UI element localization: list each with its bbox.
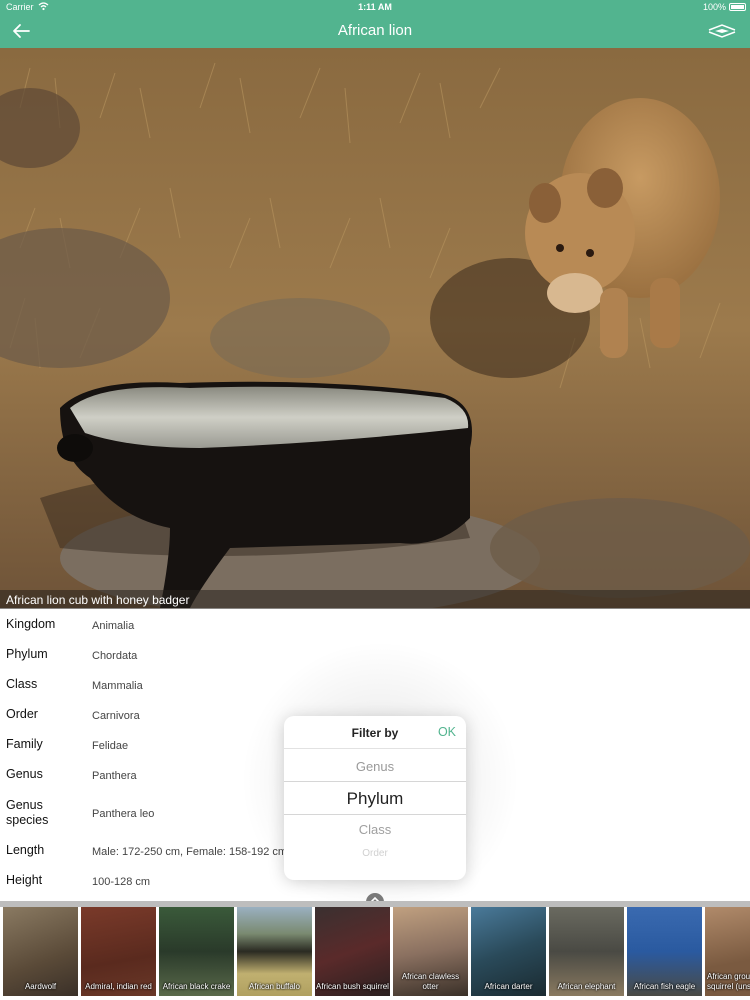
thumbnail-african-fish-eagle[interactable]: African fish eagle bbox=[627, 907, 702, 996]
taxonomy-key: Genus bbox=[6, 767, 43, 781]
page-title: African lion bbox=[337, 22, 413, 39]
ok-button[interactable]: OK bbox=[438, 725, 456, 739]
filter-popover: Filter by OK Genus Phylum Class Order bbox=[284, 716, 466, 880]
thumbnail-label: African darter bbox=[484, 982, 533, 991]
taxonomy-value: Carnivora bbox=[92, 710, 140, 722]
taxonomy-value: Panthera bbox=[92, 770, 137, 782]
thumbnail-aardwolf[interactable]: Aardwolf bbox=[3, 907, 78, 996]
thumbnail-label: African fish eagle bbox=[633, 982, 696, 991]
taxonomy-value: Animalia bbox=[92, 620, 135, 632]
double-chevron-icon[interactable] bbox=[706, 21, 738, 41]
thumbnail-strip[interactable]: Aardwolf Admiral, indian red African bla… bbox=[0, 907, 750, 1000]
taxonomy-key: Genus species bbox=[6, 798, 49, 827]
thumbnail-label: Admiral, indian red bbox=[85, 982, 152, 991]
status-time: 1:11 AM bbox=[358, 2, 392, 12]
thumbnail-african-elephant[interactable]: African elephant bbox=[549, 907, 624, 996]
photo-caption: African lion cub with honey badger bbox=[0, 590, 750, 609]
status-bar: Carrier 1:11 AM 100% bbox=[0, 0, 750, 14]
taxonomy-key: Phylum bbox=[6, 647, 48, 661]
thumbnail-label: African buffalo bbox=[249, 982, 300, 991]
taxonomy-key: Class bbox=[6, 677, 38, 691]
filter-option-class[interactable]: Class bbox=[284, 822, 466, 837]
taxonomy-key: Height bbox=[6, 873, 43, 887]
taxonomy-value: Chordata bbox=[92, 650, 138, 662]
selection-divider-bottom bbox=[284, 814, 466, 815]
taxonomy-key: Kingdom bbox=[6, 617, 56, 631]
filter-option-phylum-selected[interactable]: Phylum bbox=[284, 789, 466, 809]
thumbnail-african-black-crake[interactable]: African black crake bbox=[159, 907, 234, 996]
taxonomy-value: Mammalia bbox=[92, 680, 143, 692]
filter-option-genus[interactable]: Genus bbox=[284, 759, 466, 774]
thumbnail-label: African elephant bbox=[557, 982, 616, 991]
nav-bar: African lion bbox=[0, 14, 750, 48]
thumbnail-african-clawless-otter[interactable]: African clawless otter bbox=[393, 907, 468, 996]
screen: Carrier 1:11 AM 100% African lion Africa… bbox=[0, 0, 750, 1000]
thumbnail-admiral-indian-red[interactable]: Admiral, indian red bbox=[81, 907, 156, 996]
divider bbox=[284, 748, 466, 749]
thumbnail-label: African clawless otter bbox=[401, 972, 460, 991]
taxonomy-value: 100-128 cm bbox=[92, 876, 151, 888]
battery-icon bbox=[729, 3, 746, 11]
thumbnail-african-darter[interactable]: African darter bbox=[471, 907, 546, 996]
taxonomy-value: Panthera leo bbox=[92, 808, 155, 820]
thumbnail-african-ground-squirrel[interactable]: African ground squirrel (unst bbox=[705, 907, 750, 996]
thumbnail-african-bush-squirrel[interactable]: African bush squirrel bbox=[315, 907, 390, 996]
thumbnail-label: African ground squirrel (unst bbox=[707, 972, 750, 991]
animal-photo bbox=[0, 48, 750, 608]
taxonomy-key: Order bbox=[6, 707, 38, 721]
taxonomy-value: Male: 172-250 cm, Female: 158-192 cm bbox=[92, 846, 288, 858]
thumbnail-label: African bush squirrel bbox=[316, 982, 389, 991]
filter-option-order[interactable]: Order bbox=[284, 848, 466, 859]
thumbnail-label: Aardwolf bbox=[24, 982, 57, 991]
thumbnail-label: African black crake bbox=[162, 982, 231, 991]
selection-divider-top bbox=[284, 781, 466, 782]
taxonomy-key: Length bbox=[6, 843, 45, 857]
thumbnail-african-buffalo[interactable]: African buffalo bbox=[237, 907, 312, 996]
battery-percent: 100% bbox=[702, 2, 726, 12]
taxonomy-key: Family bbox=[6, 737, 43, 751]
taxonomy-value: Felidae bbox=[92, 740, 129, 752]
